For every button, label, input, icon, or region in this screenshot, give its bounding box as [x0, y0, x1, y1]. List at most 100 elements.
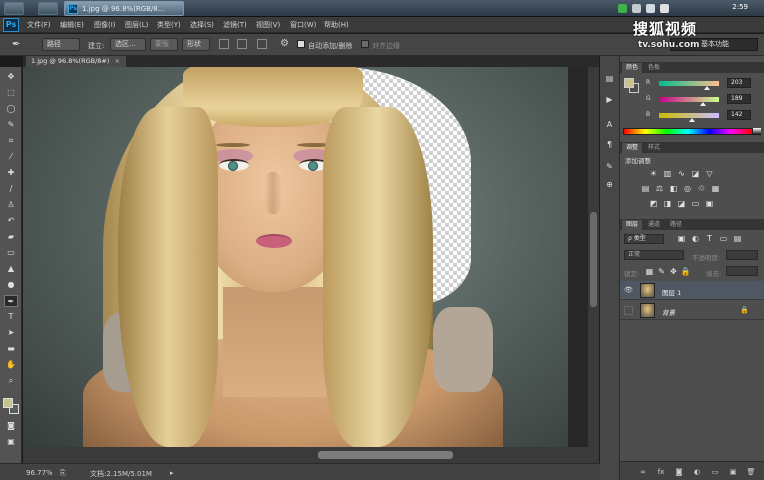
layer-name[interactable]: 背景: [662, 307, 675, 317]
screen-mode-icon[interactable]: ▣: [4, 436, 18, 448]
tab-swatches[interactable]: 色板: [644, 63, 664, 73]
menu-layer[interactable]: 图层(L): [125, 20, 148, 30]
canvas-area[interactable]: [23, 67, 599, 463]
quick-select-tool-icon[interactable]: ✎: [4, 119, 18, 131]
menu-window[interactable]: 窗口(W): [290, 20, 316, 30]
threshold-icon[interactable]: ◪: [676, 199, 687, 209]
actions-panel-icon[interactable]: ▶: [604, 94, 615, 105]
new-group-icon[interactable]: ▭: [710, 467, 720, 477]
dodge-tool-icon[interactable]: ●: [4, 279, 18, 291]
menu-select[interactable]: 选择(S): [190, 20, 214, 30]
brush-panel-icon[interactable]: ✎: [604, 161, 615, 172]
eyedropper-tool-icon[interactable]: ⁄: [4, 151, 18, 163]
red-slider-thumb[interactable]: [703, 86, 710, 90]
opacity-input[interactable]: [726, 250, 758, 260]
menu-view[interactable]: 视图(V): [256, 20, 280, 30]
horizontal-scroll-thumb[interactable]: [318, 451, 453, 459]
layer-filter-select[interactable]: ρ 类型: [624, 234, 664, 244]
green-slider[interactable]: [659, 97, 719, 102]
paragraph-panel-icon[interactable]: ¶: [604, 139, 615, 150]
marquee-tool-icon[interactable]: ⬚: [4, 87, 18, 99]
eraser-tool-icon[interactable]: ▰: [4, 231, 18, 243]
trash-icon[interactable]: 🗑: [746, 467, 756, 477]
vertical-scrollbar[interactable]: [588, 67, 599, 463]
tab-channels[interactable]: 通道: [644, 220, 664, 230]
fill-input[interactable]: [726, 266, 758, 276]
green-slider-thumb[interactable]: [700, 102, 707, 106]
network-icon[interactable]: [632, 4, 641, 13]
filter-shape-icon[interactable]: ▭: [718, 234, 729, 244]
layer-row-1[interactable]: 👁 图层 1: [620, 281, 764, 300]
healing-brush-tool-icon[interactable]: ✚: [4, 167, 18, 179]
blue-slider-thumb[interactable]: [689, 118, 696, 122]
align-edges-checkbox[interactable]: [361, 40, 369, 48]
path-select-tool-icon[interactable]: ➤: [4, 327, 18, 339]
filter-smart-object-icon[interactable]: ▤: [732, 234, 743, 244]
selective-color-icon[interactable]: ▣: [704, 199, 715, 209]
chevron-right-icon[interactable]: ▸: [170, 469, 174, 477]
color-lookup-icon[interactable]: ▦: [710, 184, 721, 194]
add-mask-icon[interactable]: ◙: [674, 467, 684, 477]
menu-type[interactable]: 类型(Y): [157, 20, 181, 30]
pen-tool-icon[interactable]: ✒: [4, 295, 18, 307]
vertical-scroll-thumb[interactable]: [590, 212, 597, 307]
tab-layers[interactable]: 图层: [622, 220, 643, 230]
black-white-icon[interactable]: ◧: [668, 184, 679, 194]
hand-tool-icon[interactable]: ✋: [4, 359, 18, 371]
pen-icon[interactable]: ✒: [12, 39, 20, 50]
blend-mode-select[interactable]: 正常: [624, 250, 684, 260]
tab-color[interactable]: 颜色: [622, 63, 643, 73]
clone-stamp-tool-icon[interactable]: ♙: [4, 199, 18, 211]
menu-edit[interactable]: 编辑(E): [60, 20, 84, 30]
foreground-color-swatch[interactable]: [3, 398, 13, 408]
photoshop-task-button[interactable]: Ps 1.jpg @ 96.8%(RGB/8...: [64, 1, 184, 16]
blur-tool-icon[interactable]: ▲: [4, 263, 18, 275]
filter-pixel-icon[interactable]: ▣: [676, 234, 687, 244]
menu-file[interactable]: 文件(F): [27, 20, 51, 30]
flag-icon[interactable]: [660, 4, 669, 13]
explorer-task-icon[interactable]: [38, 2, 58, 15]
menu-help[interactable]: 帮助(H): [324, 20, 349, 30]
move-tool-icon[interactable]: ✥: [4, 71, 18, 83]
start-button[interactable]: [4, 2, 24, 15]
exposure-icon[interactable]: ◪: [690, 169, 701, 179]
blue-value-input[interactable]: 142: [727, 110, 751, 120]
brush-tool-icon[interactable]: ∕: [4, 183, 18, 195]
link-layers-icon[interactable]: ∞: [638, 467, 648, 477]
layer-name[interactable]: 图层 1: [662, 287, 681, 297]
levels-icon[interactable]: ▥: [662, 169, 673, 179]
brightness-contrast-icon[interactable]: ☀: [648, 169, 659, 179]
layer-style-icon[interactable]: fx: [656, 467, 666, 477]
zoom-level[interactable]: 96.77%: [26, 469, 53, 477]
shield-icon[interactable]: [618, 4, 627, 13]
red-value-input[interactable]: 203: [727, 78, 751, 88]
filter-adjustment-icon[interactable]: ◐: [690, 234, 701, 244]
path-alignment-icon[interactable]: [237, 39, 247, 49]
lasso-tool-icon[interactable]: ◯: [4, 103, 18, 115]
layer-row-background[interactable]: 背景 🔒: [620, 301, 764, 320]
auto-add-delete-checkbox[interactable]: [297, 40, 305, 48]
path-operations-icon[interactable]: [219, 39, 229, 49]
visibility-off-icon[interactable]: [624, 306, 633, 315]
hue-saturation-icon[interactable]: ▤: [640, 184, 651, 194]
close-icon[interactable]: ×: [114, 57, 119, 65]
green-value-input[interactable]: 189: [727, 94, 751, 104]
lock-transparent-icon[interactable]: ▦: [644, 267, 655, 277]
eye-icon[interactable]: 👁: [624, 286, 633, 295]
quick-mask-icon[interactable]: ◙: [4, 420, 18, 432]
vibrance-icon[interactable]: ▽: [704, 169, 715, 179]
channel-mixer-icon[interactable]: ♲: [696, 184, 707, 194]
gradient-map-icon[interactable]: ▭: [690, 199, 701, 209]
make-shape-button[interactable]: 形状: [182, 38, 210, 51]
horizontal-scrollbar[interactable]: [23, 447, 588, 463]
tab-paths[interactable]: 路径: [666, 220, 686, 230]
document-tab[interactable]: 1.jpg @ 96.8%(RGB/8#) ×: [26, 56, 126, 67]
gear-icon[interactable]: ⚙: [280, 38, 289, 49]
lock-all-icon[interactable]: 🔒: [680, 267, 691, 277]
path-arrangement-icon[interactable]: [257, 39, 267, 49]
make-selection-button[interactable]: 选区...: [110, 38, 146, 51]
color-spectrum[interactable]: [623, 128, 753, 135]
export-icon[interactable]: ⎘: [60, 469, 66, 478]
color-balance-icon[interactable]: ⚖: [654, 184, 665, 194]
posterize-icon[interactable]: ◨: [662, 199, 673, 209]
